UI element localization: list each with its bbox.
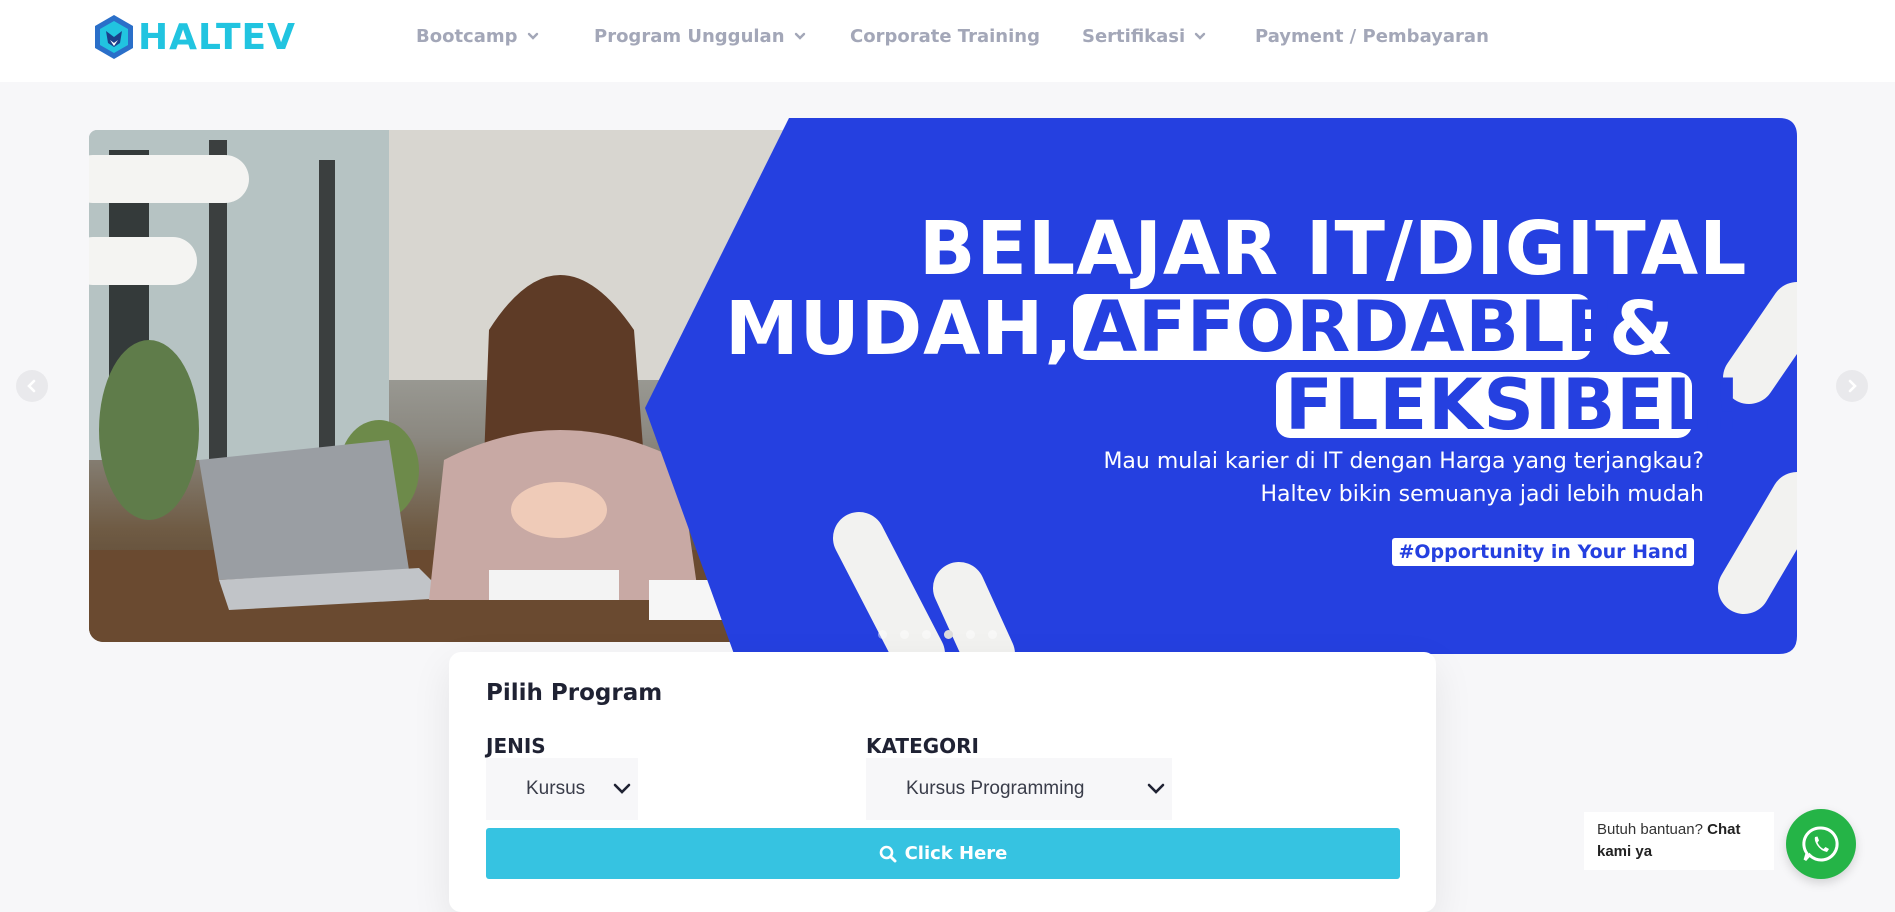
jenis-select[interactable]: Kursus (486, 758, 638, 820)
haltev-logo[interactable]: HALTEV (92, 12, 296, 62)
hero-banner[interactable]: BELAJAR IT/DIGITAL MUDAH, AFFORDABLE, & … (89, 118, 1797, 654)
chat-prompt: Butuh bantuan? (1597, 821, 1703, 838)
whatsapp-button[interactable] (1786, 809, 1856, 879)
banner-hashtag: #Opportunity in Your Hand (1392, 538, 1694, 566)
card-title: Pilih Program (486, 680, 663, 706)
chevron-down-icon (613, 783, 631, 794)
site-header: HALTEV Bootcamp Program Unggulan Corpora… (0, 0, 1895, 82)
nav-item-label: Program Unggulan (594, 25, 785, 47)
carousel-dot-active[interactable] (944, 630, 953, 639)
headline-line-2b: AFFORDABLE, (1083, 286, 1642, 368)
search-icon (879, 845, 897, 862)
nav-item-label: Bootcamp (416, 25, 518, 47)
nav-item-bootcamp[interactable]: Bootcamp (416, 22, 539, 50)
carousel-dot[interactable] (900, 630, 909, 639)
nav-item-label: Corporate Training (850, 25, 1040, 47)
click-here-button[interactable]: Click Here (486, 828, 1400, 879)
chevron-right-icon (1848, 379, 1857, 393)
carousel-dots (878, 630, 997, 639)
kategori-select[interactable]: Kursus Programming (866, 758, 1172, 820)
chevron-down-icon (527, 32, 538, 40)
carousel-dot[interactable] (878, 630, 887, 639)
headline-line-2a: MUDAH, (725, 286, 1074, 372)
headline-line-3: FLEKSIBEL! (1285, 364, 1744, 446)
chevron-left-icon (27, 379, 36, 393)
click-here-label: Click Here (904, 843, 1008, 864)
carousel-dot[interactable] (922, 630, 931, 639)
kategori-label: KATEGORI (866, 734, 979, 758)
carousel-dot[interactable] (966, 630, 975, 639)
kategori-select-value: Kursus Programming (906, 778, 1085, 799)
headline-line-2c: & (1609, 286, 1674, 372)
chat-help-bubble[interactable]: Butuh bantuan? Chat kami ya (1584, 812, 1774, 870)
carousel-prev-button[interactable] (16, 370, 48, 402)
banner-subtitle-1: Mau mulai karier di IT dengan Harga yang… (1103, 449, 1704, 474)
program-picker-card: Pilih Program JENIS Kursus KATEGORI Kurs… (449, 652, 1436, 912)
chevron-down-icon (1147, 783, 1165, 794)
logo-text: HALTEV (138, 16, 296, 58)
carousel-dot[interactable] (988, 630, 997, 639)
jenis-label: JENIS (486, 734, 546, 758)
nav-item-payment[interactable]: Payment / Pembayaran (1255, 22, 1489, 50)
banner-subtitle-2: Haltev bikin semuanya jadi lebih mudah (1260, 482, 1704, 507)
carousel-next-button[interactable] (1836, 370, 1868, 402)
nav-item-label: Sertifikasi (1082, 25, 1186, 47)
nav-item-sertifikasi[interactable]: Sertifikasi (1082, 22, 1206, 50)
nav-item-label: Payment / Pembayaran (1255, 25, 1489, 47)
jenis-select-value: Kursus (526, 778, 586, 799)
hexagon-fox-logo-icon (95, 15, 133, 59)
whatsapp-icon (1802, 826, 1839, 862)
nav-item-corporate-training[interactable]: Corporate Training (850, 22, 1040, 50)
headline-line-1: BELAJAR IT/DIGITAL (919, 206, 1748, 292)
chevron-down-icon (794, 32, 805, 40)
nav-item-program-unggulan[interactable]: Program Unggulan (594, 22, 806, 50)
chevron-down-icon (1194, 32, 1206, 40)
